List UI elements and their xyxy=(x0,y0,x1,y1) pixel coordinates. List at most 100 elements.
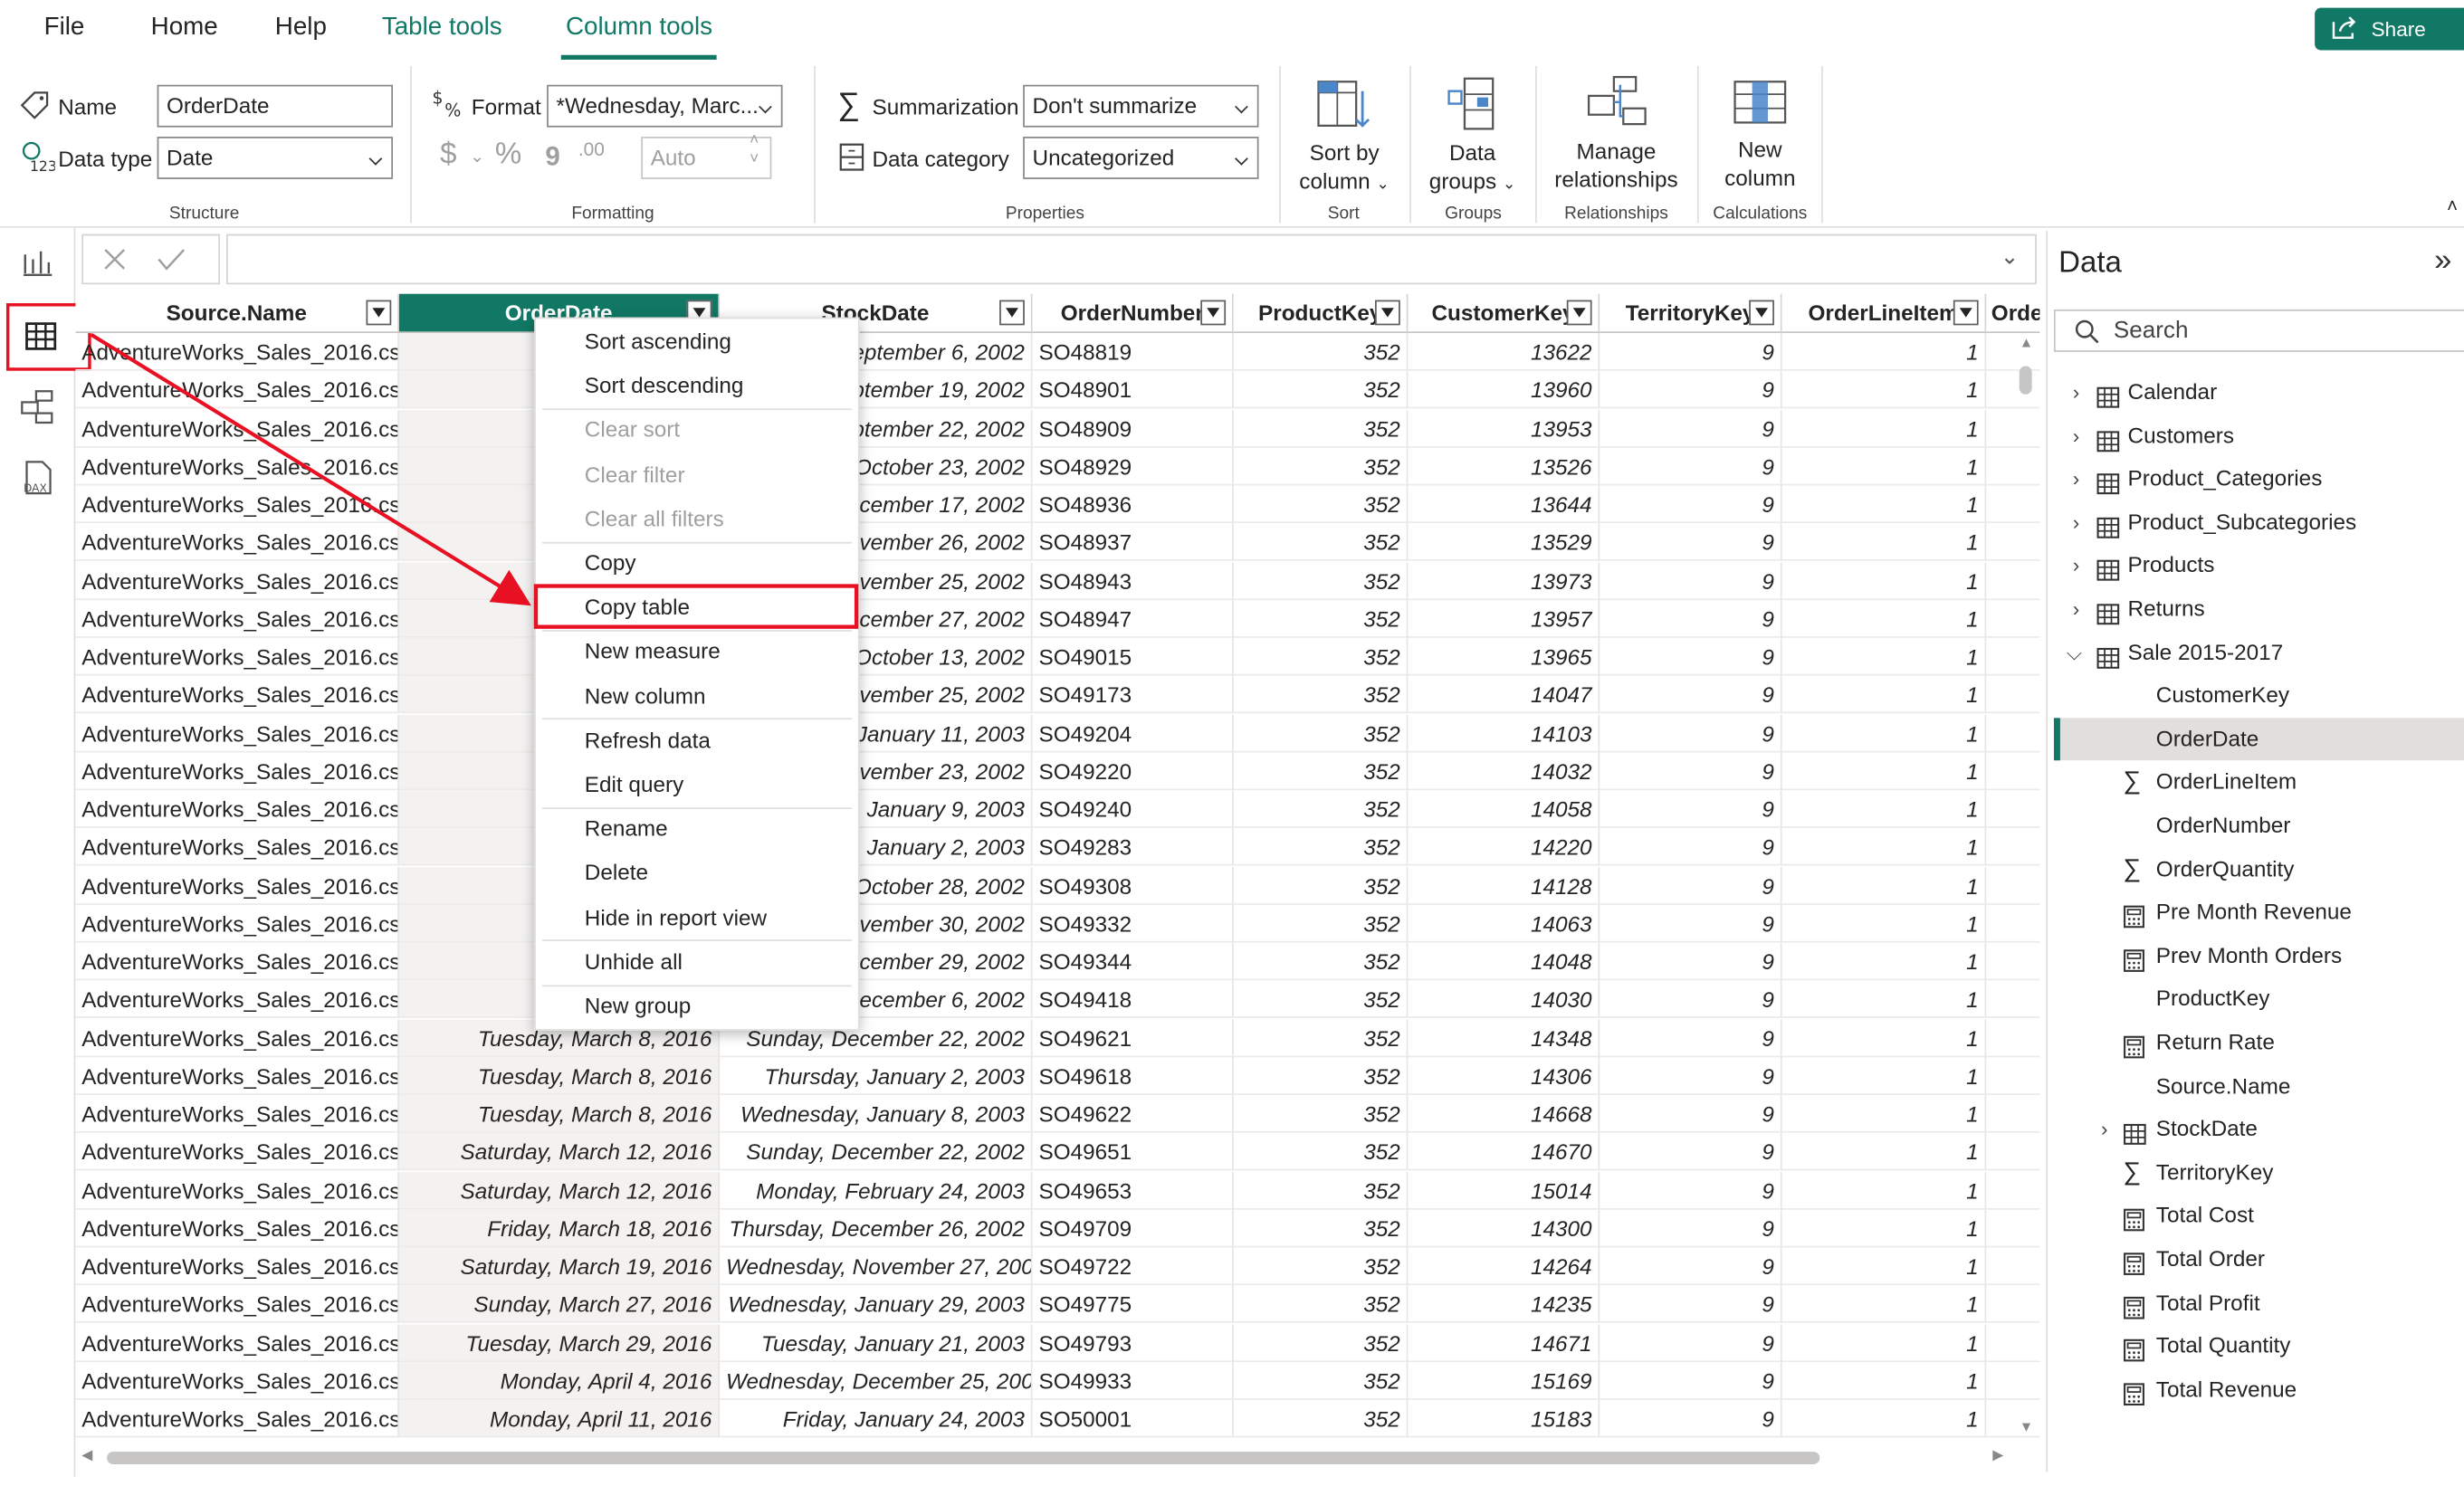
table-cell[interactable]: SO48819 xyxy=(1032,333,1234,372)
table-cell[interactable]: SO49933 xyxy=(1032,1361,1234,1400)
datatype-dropdown[interactable]: Date xyxy=(157,137,394,179)
table-cell[interactable]: SO49793 xyxy=(1032,1323,1234,1362)
table-cell[interactable]: 14670 xyxy=(1408,1133,1600,1172)
table-cell[interactable]: SO49622 xyxy=(1032,1094,1234,1133)
table-cell[interactable]: 1 xyxy=(1781,675,1987,714)
table-row[interactable]: AdventureWorks_Sales_2016.csvThursdaypte… xyxy=(75,409,2040,448)
table-cell[interactable]: Wednesday, January 8, 2003 xyxy=(720,1094,1033,1133)
menu-item-refresh-data[interactable]: Refresh data xyxy=(536,718,858,762)
table-cell[interactable]: 352 xyxy=(1233,866,1409,905)
table-cell[interactable]: 14032 xyxy=(1408,752,1600,791)
table-cell[interactable]: 9 xyxy=(1600,1399,1782,1438)
chevron-right-icon[interactable]: › xyxy=(2073,458,2080,500)
table-cell[interactable]: AdventureWorks_Sales_2016.csv xyxy=(75,752,399,791)
table-cell[interactable]: 352 xyxy=(1233,1056,1409,1095)
manage-relationships-button[interactable]: Manage relationships xyxy=(1540,60,1692,194)
table-cell[interactable]: SO49418 xyxy=(1032,980,1234,1019)
table-cell[interactable]: 1 xyxy=(1781,1133,1987,1172)
filter-dropdown-icon[interactable] xyxy=(1566,300,1592,326)
table-cell[interactable]: SO49173 xyxy=(1032,675,1234,714)
table-row[interactable]: AdventureWorks_Sales_2016.csvThursday,De… xyxy=(75,980,2040,1019)
chevron-right-icon[interactable]: › xyxy=(2073,414,2080,457)
summarization-dropdown[interactable]: Don't summarize xyxy=(1023,84,1259,128)
table-cell[interactable]: 1 xyxy=(1781,333,1987,372)
table-cell[interactable]: 9 xyxy=(1600,1209,1782,1248)
collapse-ribbon-icon[interactable]: ˄ xyxy=(2447,195,2458,216)
table-cell[interactable]: 14264 xyxy=(1408,1247,1600,1286)
table-cell[interactable]: 1 xyxy=(1781,1094,1987,1133)
chevron-right-icon[interactable]: › xyxy=(2073,371,2080,414)
search-box[interactable]: Search xyxy=(2053,309,2464,352)
table-cell[interactable]: 352 xyxy=(1233,1247,1409,1286)
table-cell[interactable]: 352 xyxy=(1233,714,1409,753)
table-cell[interactable]: SO49308 xyxy=(1032,866,1234,905)
scroll-down-icon[interactable]: ▼ xyxy=(2020,1419,2033,1434)
chevron-right-icon[interactable]: › xyxy=(2073,544,2080,586)
menu-item-hide-in-report-view[interactable]: Hide in report view xyxy=(536,895,858,939)
table-cell[interactable]: AdventureWorks_Sales_2016.csv xyxy=(75,942,399,981)
table-row[interactable]: AdventureWorks_Sales_2016.csv Tuesday, Ma… xyxy=(75,1056,2040,1095)
table-row[interactable]: AdventureWorks_Sales_2016.csv Tuesday, Ma… xyxy=(75,1323,2040,1362)
table-cell[interactable]: 9 xyxy=(1600,828,1782,867)
filter-dropdown-icon[interactable] xyxy=(1749,300,1774,326)
table-cell[interactable]: AdventureWorks_Sales_2016.csv xyxy=(75,1323,399,1362)
table-cell[interactable]: 9 xyxy=(1600,409,1782,448)
datacategory-dropdown[interactable]: Uncategorized xyxy=(1023,137,1259,179)
menu-item-delete[interactable]: Delete xyxy=(536,851,858,895)
table-cell[interactable]: AdventureWorks_Sales_2016.csv xyxy=(75,333,399,372)
table-cell[interactable]: SO48909 xyxy=(1032,409,1234,448)
table-cell[interactable]: 352 xyxy=(1233,1018,1409,1057)
column-header-6[interactable]: TerritoryKey xyxy=(1600,293,1782,334)
table-cell[interactable]: AdventureWorks_Sales_2016.csv xyxy=(75,371,399,410)
filter-dropdown-icon[interactable] xyxy=(999,300,1025,326)
table-cell[interactable]: 13953 xyxy=(1408,409,1600,448)
table-cell[interactable]: AdventureWorks_Sales_2016.csv xyxy=(75,599,399,638)
table-cell[interactable]: 352 xyxy=(1233,980,1409,1019)
tab-column-tools[interactable]: Column tools xyxy=(560,0,718,60)
report-view-icon[interactable] xyxy=(22,248,53,277)
table-cell[interactable]: Tuesday, March 8, 2016 xyxy=(398,1056,721,1095)
table-row[interactable]: AdventureWorks_Sales_2016.csv Tuesday, Ma… xyxy=(75,1018,2040,1057)
table-cell[interactable]: Monday, April 11, 2016 xyxy=(398,1399,721,1438)
column-header-0[interactable]: Source.Name xyxy=(75,293,399,334)
menu-item-edit-query[interactable]: Edit query xyxy=(536,762,858,806)
comma-button[interactable]: 9 xyxy=(545,141,559,173)
table-cell[interactable]: AdventureWorks_Sales_2016.csv xyxy=(75,828,399,867)
menu-item-clear-filter[interactable]: Clear filter xyxy=(536,452,858,496)
table-cell[interactable]: 352 xyxy=(1233,1361,1409,1400)
table-row[interactable]: AdventureWorks_Sales_2016.csvThursdayOct… xyxy=(75,637,2040,676)
table-cell[interactable]: AdventureWorks_Sales_2016.csv xyxy=(75,866,399,905)
table-cell[interactable]: Tuesday, March 29, 2016 xyxy=(398,1323,721,1362)
table-cell[interactable]: 352 xyxy=(1233,1323,1409,1362)
menu-item-new-group[interactable]: New group xyxy=(536,984,858,1028)
chevron-right-icon[interactable]: › xyxy=(2073,500,2080,543)
table-cell[interactable]: 14220 xyxy=(1408,828,1600,867)
table-cell[interactable]: 1 xyxy=(1781,599,1987,638)
table-cell[interactable]: 9 xyxy=(1600,675,1782,714)
table-row[interactable]: AdventureWorks_Sales_2016.csvMondayovemb… xyxy=(75,561,2040,600)
table-cell[interactable]: 9 xyxy=(1600,1133,1782,1172)
table-cell[interactable]: 9 xyxy=(1600,942,1782,981)
table-row[interactable]: AdventureWorks_Sales_2016.csvMondayovemb… xyxy=(75,675,2040,714)
table-cell[interactable]: 14668 xyxy=(1408,1094,1600,1133)
expand-formula-icon[interactable]: ⌄ xyxy=(2001,243,2019,271)
table-cell[interactable]: SO49775 xyxy=(1032,1285,1234,1324)
table-cell[interactable]: SO49618 xyxy=(1032,1056,1234,1095)
table-cell[interactable]: 14235 xyxy=(1408,1285,1600,1324)
table-cell[interactable]: AdventureWorks_Sales_2016.csv xyxy=(75,790,399,829)
table-cell[interactable]: SO49344 xyxy=(1032,942,1234,981)
table-cell[interactable]: Wednesday, December 25, 2002 xyxy=(720,1361,1033,1400)
menu-item-clear-all-filters[interactable]: Clear all filters xyxy=(536,496,858,540)
table-cell[interactable]: Thursday, January 2, 2003 xyxy=(720,1056,1033,1095)
table-row[interactable]: AdventureWorks_Sales_2016.csv Saturday, M… xyxy=(75,1133,2040,1172)
table-cell[interactable]: AdventureWorks_Sales_2016.csv xyxy=(75,1056,399,1095)
table-cell[interactable]: 352 xyxy=(1233,1209,1409,1248)
table-cell[interactable]: AdventureWorks_Sales_2016.csv xyxy=(75,1285,399,1324)
table-cell[interactable]: 9 xyxy=(1600,1285,1782,1324)
scroll-right-icon[interactable]: ▶ xyxy=(1992,1447,2003,1464)
vertical-scroll-thumb[interactable] xyxy=(2019,366,2032,395)
table-cell[interactable]: Friday, January 24, 2003 xyxy=(720,1399,1033,1438)
table-cell[interactable]: 13526 xyxy=(1408,447,1600,486)
table-cell[interactable]: SO49653 xyxy=(1032,1171,1234,1210)
table-cell[interactable]: SO48943 xyxy=(1032,561,1234,600)
